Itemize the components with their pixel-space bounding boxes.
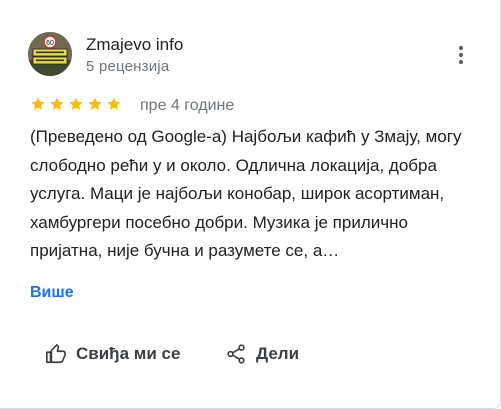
share-icon (224, 342, 248, 366)
author-avatar[interactable]: 60 (28, 32, 72, 76)
star-filled-icon (88, 97, 102, 110)
town-sign-avatar: 60 (28, 32, 72, 76)
star-filled-icon (50, 97, 64, 110)
star-rating (30, 96, 122, 112)
star-filled-icon (107, 97, 121, 110)
review-date: пре 4 године (140, 97, 235, 114)
thumb-up-icon (44, 342, 68, 366)
svg-text:60: 60 (46, 40, 54, 47)
author-name[interactable]: Zmajevo info (86, 35, 183, 55)
more-link[interactable]: Више (30, 283, 74, 303)
review-card: 60 Zmajevo info 5 рецензија пре 4 године… (0, 0, 501, 409)
share-label: Дели (256, 344, 300, 363)
review-text: (Преведено од Google-а) Најбољи кафић у … (30, 127, 462, 260)
like-button[interactable]: Свиђа ми се (44, 340, 180, 368)
share-button[interactable]: Дели (224, 340, 299, 368)
star-filled-icon (31, 97, 45, 110)
like-label: Свиђа ми се (76, 344, 181, 363)
more-vert-icon (458, 45, 464, 65)
star-filled-icon (69, 97, 83, 110)
more-options-button[interactable] (448, 40, 474, 70)
author-review-count[interactable]: 5 рецензија (86, 58, 169, 76)
